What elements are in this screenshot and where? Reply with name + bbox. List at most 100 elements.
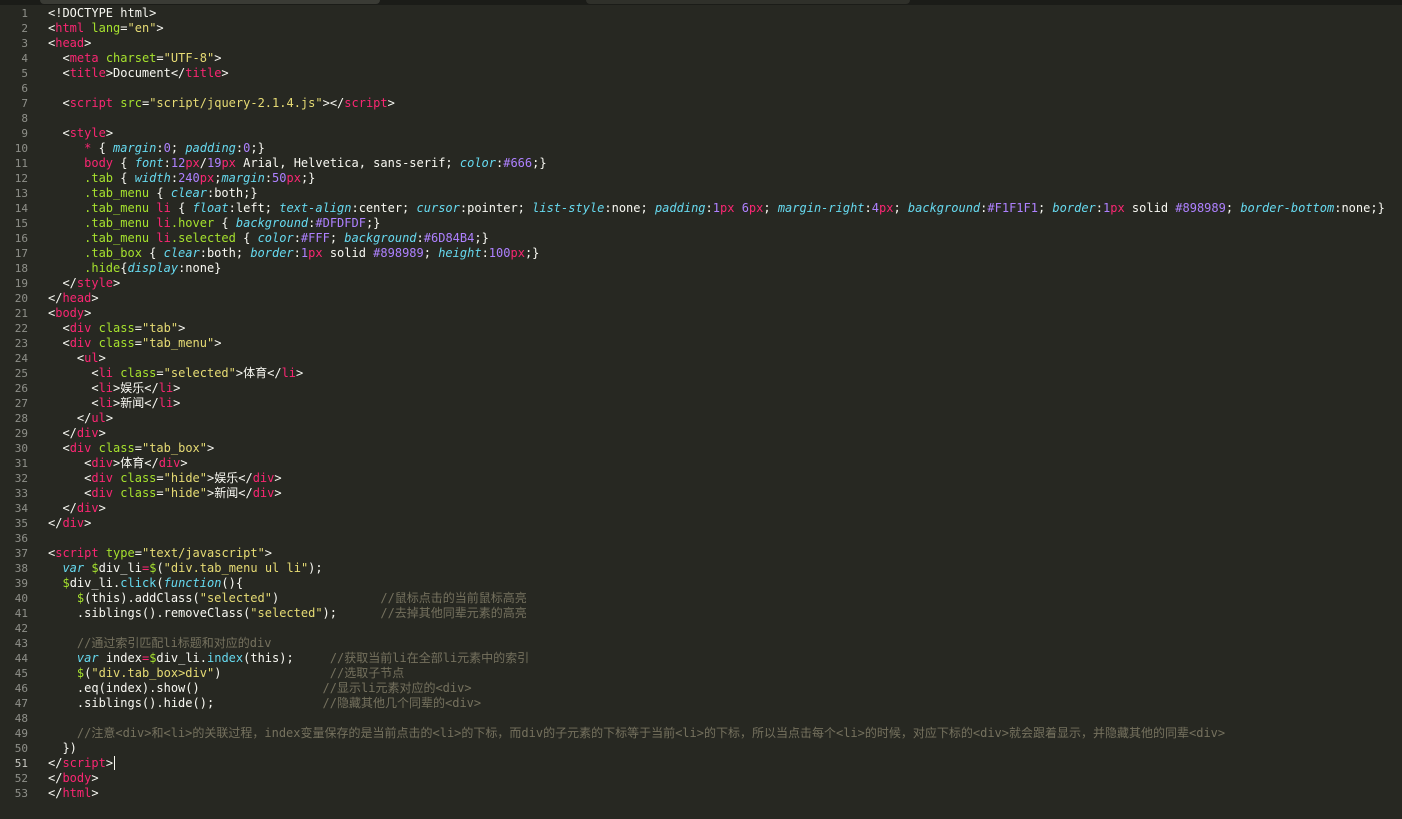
code-token: .tab_menu bbox=[84, 201, 150, 215]
code-token: //选取子节点 bbox=[329, 666, 405, 680]
code-token: title bbox=[185, 66, 222, 80]
line-number: 40 bbox=[14, 592, 28, 605]
code-token: : bbox=[264, 171, 273, 185]
editor-tab-active[interactable] bbox=[40, 0, 380, 4]
code-token: border-bottom bbox=[1240, 201, 1335, 215]
code-token: //获取当前li在全部li元素中的索引 bbox=[329, 651, 530, 665]
code-token: class bbox=[98, 321, 135, 335]
code-text: var $div_li=$("div.tab_menu ul li"); bbox=[48, 561, 322, 576]
code-token: < bbox=[48, 66, 70, 80]
code-token: li bbox=[98, 366, 114, 380]
code-token: > bbox=[98, 351, 106, 365]
code-token: div_li. bbox=[156, 651, 207, 665]
code-token: type bbox=[105, 546, 135, 560]
code-token: :center; bbox=[351, 201, 417, 215]
line-number: 46 bbox=[14, 682, 28, 695]
code-text: <meta charset="UTF-8"> bbox=[48, 51, 221, 66]
code-token: px bbox=[748, 201, 764, 215]
code-token: //鼠标点击的当前鼠标高亮 bbox=[380, 591, 527, 605]
line-number: 29 bbox=[14, 427, 28, 440]
code-token: "div.tab_menu ul li" bbox=[163, 561, 309, 575]
code-token: = bbox=[156, 366, 164, 380]
code-text: //通过索引匹配li标题和对应的div bbox=[48, 636, 272, 651]
code-text: <ul> bbox=[48, 351, 106, 366]
code-token: :left; bbox=[228, 201, 280, 215]
code-token: clear bbox=[163, 246, 200, 260]
code-token: div bbox=[91, 486, 114, 500]
code-token: ); bbox=[322, 606, 381, 620]
editor-tab-inactive[interactable] bbox=[586, 0, 910, 4]
code-token: .selected bbox=[170, 231, 236, 245]
line-number: 14 bbox=[14, 202, 28, 215]
code-text: $("div.tab_box>div") //选取子节点 bbox=[48, 666, 404, 681]
code-token: 240 bbox=[178, 171, 200, 185]
code-token: body bbox=[62, 771, 92, 785]
code-token: ul bbox=[91, 411, 106, 425]
code-token: < bbox=[48, 351, 85, 365]
code-token: < bbox=[48, 381, 99, 395]
line-number: 16 bbox=[14, 232, 28, 245]
code-token: < bbox=[48, 51, 70, 65]
line-number: 33 bbox=[14, 487, 28, 500]
line-number: 5 bbox=[21, 67, 28, 80]
code-text: <script src="script/jquery-2.1.4.js"></s… bbox=[48, 96, 395, 111]
line-number: 25 bbox=[14, 367, 28, 380]
code-token: meta bbox=[69, 51, 99, 65]
line-number: 12 bbox=[14, 172, 28, 185]
code-editor-window: 1 <!DOCTYPE html> 2 <html lang="en"> 3 <head>… bbox=[0, 0, 1402, 819]
code-token: </ bbox=[48, 291, 63, 305]
code-editor-area[interactable]: 1 <!DOCTYPE html> 2 <html lang="en"> 3 <head>… bbox=[0, 5, 1402, 819]
line-number: 30 bbox=[14, 442, 28, 455]
code-text: body { font:12px/19px Arial, Helvetica, … bbox=[48, 156, 546, 171]
code-token: div bbox=[91, 471, 114, 485]
code-token: (this); bbox=[243, 651, 330, 665]
line-number: 23 bbox=[14, 337, 28, 350]
code-token: > bbox=[113, 276, 121, 290]
code-text: <script type="text/javascript"> bbox=[48, 546, 272, 561]
code-token: > bbox=[207, 441, 215, 455]
code-token: .tab_menu bbox=[84, 231, 150, 245]
code-token: { bbox=[141, 246, 164, 260]
code-token: : bbox=[293, 231, 301, 245]
line-number: 50 bbox=[14, 742, 28, 755]
code-token: ) bbox=[271, 591, 381, 605]
code-token: .eq(index).show() bbox=[48, 681, 323, 695]
code-token: < bbox=[48, 441, 70, 455]
code-token: > bbox=[387, 96, 395, 110]
code-text: <li class="selected">体育</li> bbox=[48, 366, 303, 381]
code-text: //注意<div>和<li>的关联过程，index变量保存的是当前点击的<li>… bbox=[48, 726, 1225, 741]
code-token: div bbox=[91, 456, 114, 470]
code-token: { bbox=[214, 216, 236, 230]
code-token: : bbox=[705, 201, 713, 215]
code-token: script bbox=[55, 546, 99, 560]
code-token: { bbox=[149, 186, 171, 200]
code-token: > bbox=[264, 546, 273, 560]
code-token: >娱乐</ bbox=[113, 381, 159, 395]
code-token: "hide" bbox=[163, 471, 207, 485]
code-token: class bbox=[120, 366, 157, 380]
code-token: > bbox=[221, 66, 229, 80]
line-number: 24 bbox=[14, 352, 28, 365]
code-token: height bbox=[438, 246, 482, 260]
line-number: 32 bbox=[14, 472, 28, 485]
code-token: div bbox=[69, 321, 92, 335]
code-token: = bbox=[156, 486, 164, 500]
code-token: > bbox=[84, 36, 92, 50]
code-token: .tab_menu bbox=[84, 186, 150, 200]
code-token: src bbox=[120, 96, 142, 110]
code-token: >娱乐</ bbox=[207, 471, 253, 485]
code-token: : bbox=[864, 201, 872, 215]
code-token: > bbox=[214, 336, 222, 350]
code-token: color bbox=[257, 231, 294, 245]
code-token: //去掉其他同辈元素的高亮 bbox=[380, 606, 527, 620]
code-text: .tab { width:240px;margin:50px;} bbox=[48, 171, 315, 186]
code-text: .tab_menu li { float:left; text-align:ce… bbox=[48, 201, 1385, 216]
line-number: 49 bbox=[14, 727, 28, 740]
code-token: background bbox=[235, 216, 309, 230]
line-number: 15 bbox=[14, 217, 28, 230]
